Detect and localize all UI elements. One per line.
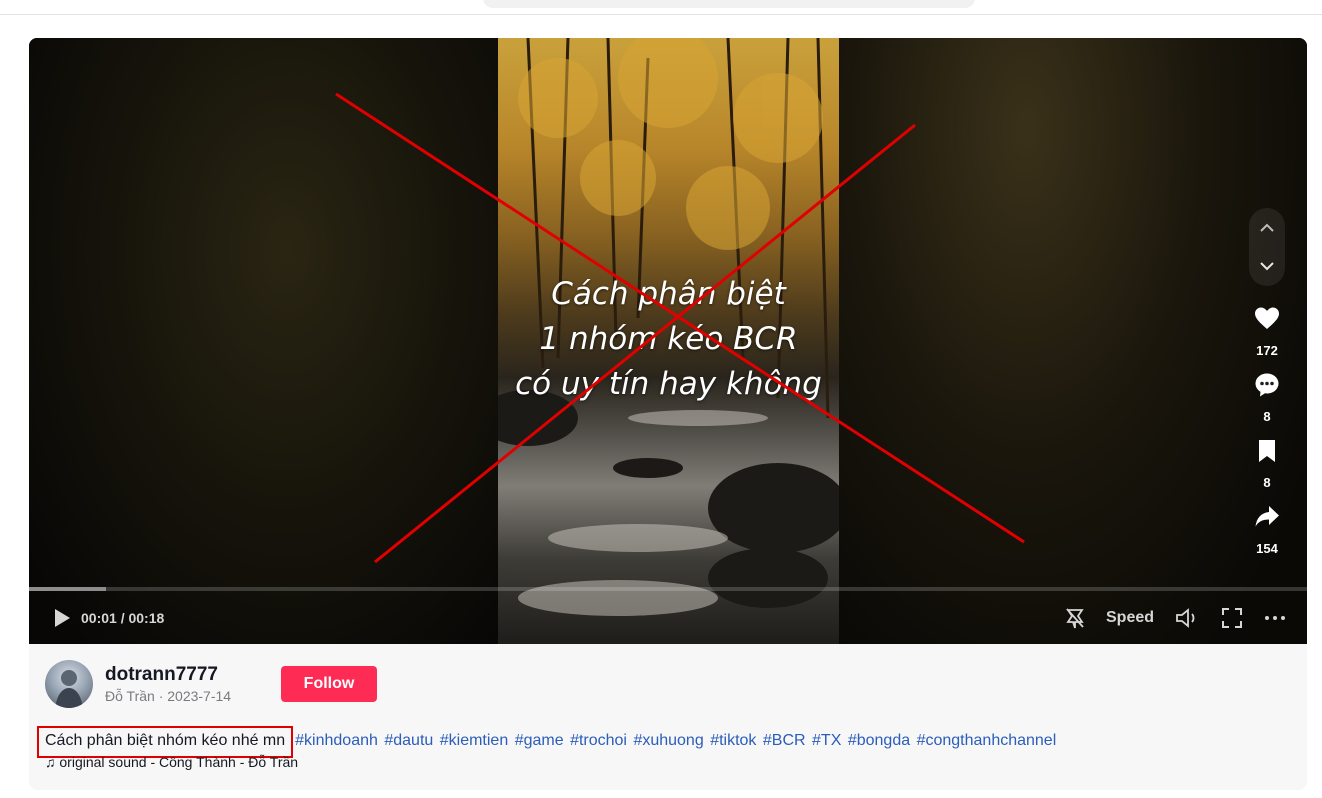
avatar-image [55, 670, 83, 708]
hashtag-link[interactable]: #BCR [763, 732, 806, 749]
follow-button[interactable]: Follow [281, 666, 377, 702]
next-video-button[interactable] [1249, 248, 1285, 284]
share-icon [1255, 506, 1279, 527]
author-subline: Đỗ Trần · 2023-7-14 [105, 688, 232, 704]
more-icon[interactable] [1263, 607, 1287, 629]
share-count: 154 [1256, 541, 1278, 556]
playback-time: 00:01 / 00:18 [81, 610, 165, 626]
heart-icon [1255, 307, 1279, 329]
red-cross-annotation [335, 92, 1025, 564]
save-button[interactable]: 8 [1247, 438, 1287, 504]
speed-button[interactable]: Speed [1106, 609, 1154, 627]
progress-bar[interactable] [29, 587, 1307, 591]
hashtag-link[interactable]: #TX [812, 732, 841, 749]
avatar[interactable] [45, 660, 93, 708]
hashtag-link[interactable]: #bongda [848, 732, 910, 749]
like-button[interactable]: 172 [1247, 306, 1287, 372]
bookmark-icon [1259, 440, 1275, 462]
video-player[interactable]: Cách phân biệt 1 nhóm kéo BCR có uy tín … [29, 38, 1307, 644]
previous-video-button[interactable] [1249, 210, 1285, 246]
play-icon[interactable] [51, 607, 73, 629]
chevron-up-icon [1260, 223, 1274, 232]
hashtag-link[interactable]: #tiktok [710, 732, 756, 749]
like-count: 172 [1256, 343, 1278, 358]
save-count: 8 [1263, 475, 1271, 490]
sound-link[interactable]: ♫ original sound - Công Thành - Đỗ Trần [45, 754, 298, 770]
sound-label: original sound - Công Thành - Đỗ Trần [59, 754, 299, 770]
comment-button[interactable]: 8 [1247, 372, 1287, 438]
hashtag-link[interactable]: #kiemtien [440, 732, 508, 749]
player-controls: 00:01 / 00:18 Speed [29, 598, 1307, 638]
video-nav [1249, 208, 1285, 286]
top-bar [0, 0, 1322, 15]
side-actions: 172 8 8 154 [1247, 306, 1287, 570]
search-bar-edge[interactable] [483, 0, 975, 8]
hashtag-link[interactable]: #dautu [384, 732, 433, 749]
video-info-panel: dotrann7777 Đỗ Trần · 2023-7-14 Follow C… [29, 644, 1307, 790]
fullscreen-icon[interactable] [1221, 607, 1243, 629]
comment-count: 8 [1263, 409, 1271, 424]
hashtag-link[interactable]: #trochoi [570, 732, 627, 749]
comment-icon [1255, 373, 1279, 397]
music-note-icon: ♫ [45, 754, 56, 770]
cross-line [335, 92, 1025, 544]
hashtag-link[interactable]: #game [515, 732, 564, 749]
hashtag-link[interactable]: #xuhuong [633, 732, 703, 749]
cross-line [374, 123, 916, 564]
volume-icon[interactable] [1175, 607, 1199, 629]
float-window-icon[interactable] [1064, 607, 1086, 629]
hashtag-link[interactable]: #kinhdoanh [295, 732, 378, 749]
progress-fill [29, 587, 106, 591]
hashtag-link[interactable]: #congthanhchannel [917, 732, 1057, 749]
author-username[interactable]: dotrann7777 [105, 664, 218, 686]
chevron-down-icon [1260, 262, 1274, 271]
share-button[interactable]: 154 [1247, 504, 1287, 570]
